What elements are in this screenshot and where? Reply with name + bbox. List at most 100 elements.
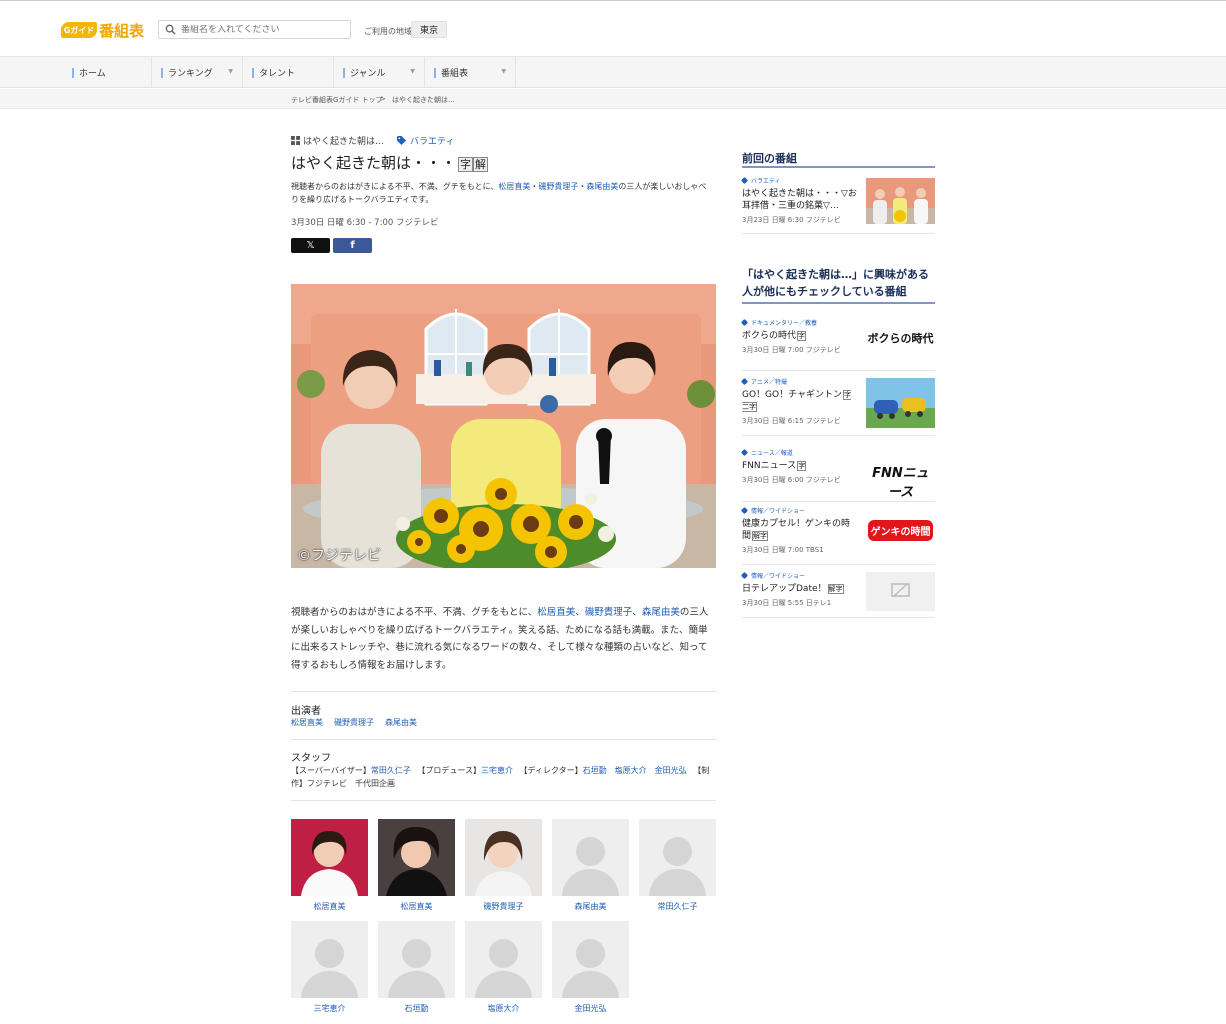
- tag-icon: [740, 571, 749, 580]
- site-header: Gガイド 番組表 ご利用の地域 東京: [0, 0, 1226, 57]
- share-x-button[interactable]: 𝕏: [291, 238, 330, 253]
- person-photo-placeholder: [465, 921, 542, 998]
- staff-list: 【スーパーバイザー】常田久仁子 【プロデュース】三宅恵介 【ディレクター】石垣勤…: [291, 765, 716, 790]
- breadcrumb: テレビ番組表Gガイド トップ > はやく起きた朝は…: [0, 89, 1226, 109]
- cast-link[interactable]: 森尾由美: [642, 607, 680, 618]
- person-photo-placeholder: [552, 819, 629, 896]
- chevron-down-icon: ▼: [228, 68, 233, 75]
- previous-heading: 前回の番組: [742, 152, 797, 165]
- site-logo[interactable]: Gガイド 番組表: [61, 21, 144, 40]
- caption-badge: 解字: [827, 584, 844, 594]
- nav-item-label: 番組表: [441, 69, 469, 79]
- person-photo: [291, 819, 368, 896]
- person-card[interactable]: 塩原大介: [465, 921, 542, 1014]
- cast-list: 松居直美 磯野貴理子 森尾由美: [291, 717, 428, 728]
- person-card[interactable]: 常田久仁子: [639, 819, 716, 912]
- previous-program[interactable]: バラエティ はやく起きた朝は・・・▽お耳拝借・三重の銘菓▽… 3月23日 日曜 …: [740, 176, 935, 234]
- genre-link[interactable]: バラエティ: [410, 134, 454, 147]
- person-card[interactable]: 松居直美: [291, 819, 368, 912]
- person-name: 三宅恵介: [313, 1004, 346, 1013]
- person-name: 森尾由美: [574, 902, 607, 911]
- series-link[interactable]: はやく起きた朝は…: [303, 134, 384, 147]
- staff-role: 【プロデュース】: [421, 766, 481, 775]
- region-label: ご利用の地域: [364, 27, 412, 36]
- program-summary: 視聴者からのおはがきによる不平、不満、グチをもとに、松居直美・磯野貴理子・森尾由…: [291, 182, 707, 204]
- person-photo: [378, 819, 455, 896]
- staff-link[interactable]: 塩原大介: [615, 766, 647, 775]
- nav-item-home[interactable]: ホーム: [64, 57, 152, 88]
- main-nav: ホーム ランキング ▼ タレント ジャンル ▼ 番組表 ▼: [0, 57, 1226, 88]
- program-thumbnail: ボクらの時代: [866, 320, 935, 366]
- related-program[interactable]: アニメ／特撮 GO！GO！チャギントン 字二字 3月30日 日曜 6:15 フジテ…: [740, 377, 935, 436]
- x-icon: 𝕏: [306, 240, 315, 251]
- commentary-badge: 解: [473, 157, 489, 172]
- related-program[interactable]: 情報／ワイドショー 健康カプセル！ゲンキの時間 解字 3月30日 日曜 7:00 …: [740, 506, 935, 565]
- person-name: 松居直美: [400, 902, 433, 911]
- nav-item-label: ホーム: [79, 69, 106, 79]
- tag-icon: [740, 318, 749, 327]
- program-thumbnail: [866, 378, 935, 428]
- cast-link[interactable]: 森尾由美: [586, 182, 618, 191]
- person-photo-placeholder: [639, 819, 716, 896]
- person-card[interactable]: 松居直美: [378, 819, 455, 912]
- caption-badge: 字: [797, 461, 807, 471]
- grid-icon: [291, 136, 300, 145]
- search-icon: [165, 24, 176, 35]
- related-program[interactable]: ドキュメンタリー／教養 ボクらの時代字 3月30日 日曜 7:00 フジテレビ …: [740, 318, 935, 371]
- search-input[interactable]: [181, 24, 346, 35]
- breadcrumb-current: はやく起きた朝は…: [392, 96, 455, 104]
- heading-underline: [742, 302, 935, 304]
- tag-icon: [740, 448, 749, 457]
- no-image-icon: [891, 583, 910, 597]
- nav-item-ranking[interactable]: ランキング ▼: [153, 57, 243, 88]
- nav-item-label: タレント: [259, 69, 296, 79]
- caption-badge: 字: [797, 331, 807, 341]
- person-card[interactable]: 石垣勤: [378, 921, 455, 1014]
- staff-link[interactable]: 常田久仁子: [371, 766, 411, 775]
- breadcrumb-home[interactable]: テレビ番組表Gガイド トップ: [291, 95, 383, 105]
- program-title: 健康カプセル！ゲンキの時間 解字: [742, 519, 851, 541]
- related-program[interactable]: 情報／ワイドショー 日テレアップDate！ 解字 3月30日 日曜 5:55 日テ…: [740, 571, 935, 618]
- person-name: 石垣勤: [404, 1004, 429, 1013]
- person-card[interactable]: 金田光弘: [552, 921, 629, 1014]
- program-title: ボクらの時代字: [742, 331, 807, 341]
- cast-link[interactable]: 松居直美: [291, 718, 323, 727]
- program-thumbnail-placeholder: [866, 572, 935, 611]
- staff-link[interactable]: 三宅恵介: [481, 766, 513, 775]
- related-program[interactable]: ニュース／報道 FNNニュース字 3月30日 日曜 6:00 フジテレビ FNN…: [740, 448, 935, 502]
- region-button[interactable]: 東京: [411, 21, 447, 38]
- cast-link[interactable]: 松居直美: [498, 182, 530, 191]
- cast-link[interactable]: 磯野貴理子: [334, 718, 374, 727]
- nav-item-talent[interactable]: タレント: [244, 57, 334, 88]
- person-photo-placeholder: [552, 921, 629, 998]
- search-box[interactable]: [158, 20, 351, 39]
- staff-link[interactable]: 金田光弘: [655, 766, 687, 775]
- cast-link[interactable]: 磯野貴理子: [538, 182, 578, 191]
- person-name: 磯野貴理子: [483, 902, 524, 911]
- cast-link[interactable]: 磯野貴理子: [585, 607, 633, 618]
- divider: [291, 739, 716, 740]
- tag-icon: [740, 377, 749, 386]
- tag-icon: [740, 176, 749, 185]
- cast-link[interactable]: 森尾由美: [385, 718, 417, 727]
- person-card[interactable]: 森尾由美: [552, 819, 629, 912]
- person-name: 松居直美: [313, 902, 346, 911]
- chevron-down-icon: ▼: [410, 68, 415, 75]
- share-facebook-button[interactable]: f: [333, 238, 372, 253]
- program-image: ©フジテレビ: [291, 284, 716, 568]
- nav-item-label: ジャンル: [350, 69, 386, 79]
- staff-link[interactable]: 石垣勤: [583, 766, 607, 775]
- nav-item-schedule[interactable]: 番組表 ▼: [426, 57, 516, 88]
- person-name: 金田光弘: [574, 1004, 607, 1013]
- person-card[interactable]: 三宅恵介: [291, 921, 368, 1014]
- nav-item-genre[interactable]: ジャンル ▼: [335, 57, 425, 88]
- cast-link[interactable]: 松居直美: [537, 607, 575, 618]
- logo-mark: Gガイド: [61, 22, 97, 38]
- divider: [291, 800, 716, 801]
- staff-heading: スタッフ: [291, 753, 331, 764]
- program-thumbnail: FNNニュース: [866, 452, 935, 498]
- person-card[interactable]: 磯野貴理子: [465, 819, 542, 912]
- caption-badge: 字: [458, 157, 474, 172]
- description-text: 視聴者からのおはがきによる不平、不満、グチをもとに、: [291, 607, 538, 618]
- airtime: 3月30日 日曜 6:30 - 7:00 フジテレビ: [291, 218, 439, 228]
